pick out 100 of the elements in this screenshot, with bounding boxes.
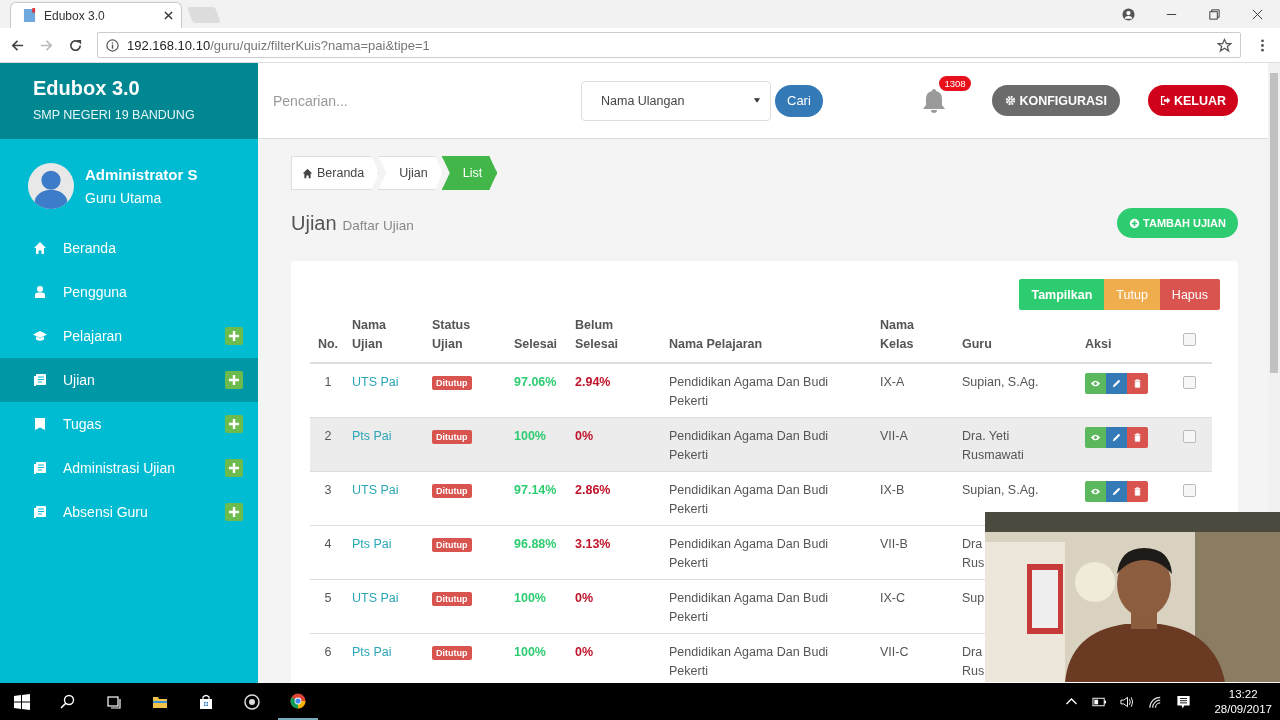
search-button[interactable]: Cari	[775, 84, 823, 117]
profile-icon[interactable]	[1122, 7, 1135, 21]
notification-icon[interactable]	[1176, 695, 1192, 709]
sidebar-item[interactable]: Beranda	[0, 226, 258, 270]
exam-name-link[interactable]: Pts Pai	[352, 429, 392, 443]
logout-button[interactable]: KELUAR	[1147, 85, 1238, 116]
start-icon[interactable]	[14, 694, 30, 710]
edit-button[interactable]	[1106, 427, 1127, 448]
eye-icon	[1090, 487, 1101, 496]
incomplete-percent: 2.94%	[575, 375, 611, 389]
row-checkbox[interactable]	[1183, 430, 1196, 443]
incomplete-percent: 2.86%	[575, 483, 611, 497]
delete-button[interactable]	[1127, 373, 1148, 394]
teacher-name: Dra Rus	[962, 645, 985, 678]
page-subtitle: Daftar Ujian	[342, 217, 414, 233]
exam-name-link[interactable]: Pts Pai	[352, 645, 392, 659]
trash-icon	[1132, 379, 1143, 388]
restore-icon[interactable]	[1208, 7, 1221, 21]
column-header: Guru	[962, 337, 992, 351]
status-label: Ditutup	[432, 430, 472, 444]
close-icon[interactable]	[1251, 7, 1264, 21]
sidebar-item[interactable]: Ujian	[0, 358, 258, 402]
bell-icon[interactable]	[922, 87, 947, 114]
exam-name-link[interactable]: UTS Pai	[352, 375, 399, 389]
battery-icon[interactable]	[1092, 695, 1108, 709]
delete-button[interactable]	[1127, 481, 1148, 502]
exam-name-link[interactable]: UTS Pai	[352, 591, 399, 605]
chrome-icon[interactable]	[290, 693, 306, 709]
breadcrumb-item[interactable]: Ujian	[378, 156, 443, 190]
class-name: VII-A	[880, 429, 908, 443]
volume-icon[interactable]	[1120, 695, 1136, 709]
search-icon[interactable]	[60, 694, 76, 710]
exam-name-link[interactable]: Pts Pai	[352, 537, 392, 551]
status-label: Ditutup	[432, 484, 472, 498]
user-icon	[33, 285, 47, 299]
sidebar-item[interactable]: Pelajaran	[0, 314, 258, 358]
sidebar-item[interactable]: Administrasi Ujian	[0, 446, 258, 490]
subject-name: Pendidikan Agama Dan Budi Pekerti	[669, 375, 829, 408]
pencil-icon	[1111, 433, 1122, 442]
expand-icon[interactable]	[225, 459, 243, 477]
expand-icon[interactable]	[225, 327, 243, 345]
subject-name: Pendidikan Agama Dan Budi Pekerti	[669, 591, 829, 624]
row-number: 5	[324, 591, 332, 605]
select-all-checkbox[interactable]	[1183, 333, 1196, 346]
exam-name-link[interactable]: UTS Pai	[352, 483, 399, 497]
view-button[interactable]	[1085, 481, 1106, 502]
completed-percent: 100%	[514, 429, 546, 443]
sidebar-item[interactable]: Absensi Guru	[0, 490, 258, 534]
settings-button[interactable]: KONFIGURASI	[992, 85, 1120, 116]
exam-name-dropdown[interactable]: Nama Ulangan	[581, 80, 771, 121]
disc-icon[interactable]	[244, 694, 260, 710]
sidebar-item[interactable]: Tugas	[0, 402, 258, 446]
column-header: Belum Selesai	[575, 318, 619, 351]
column-header: Nama Kelas	[880, 318, 915, 351]
sidebar-item[interactable]: Pengguna	[0, 270, 258, 314]
school-name: SMP NEGERI 19 BANDUNG	[33, 108, 196, 122]
edit-button[interactable]	[1106, 373, 1127, 394]
breadcrumb-item[interactable]: Beranda	[291, 156, 380, 190]
trash-icon	[1132, 433, 1143, 442]
eye-icon	[1090, 379, 1101, 388]
class-name: IX-A	[880, 375, 905, 389]
star-icon[interactable]	[1217, 37, 1232, 53]
delete-button[interactable]: Hapus	[1159, 279, 1220, 310]
eye-icon	[1090, 433, 1101, 442]
breadcrumb-item[interactable]: List	[441, 156, 498, 190]
store-icon[interactable]	[198, 694, 214, 710]
class-name: IX-B	[880, 483, 905, 497]
view-button[interactable]	[1085, 427, 1106, 448]
scrollbar-thumb[interactable]	[1270, 73, 1278, 373]
folder-icon[interactable]	[152, 694, 168, 710]
row-checkbox[interactable]	[1183, 376, 1196, 389]
add-exam-button[interactable]: TAMBAH UJIAN	[1117, 208, 1238, 238]
graduation-cap-icon	[33, 329, 47, 343]
class-name: VII-C	[880, 645, 909, 659]
clock-date: 28/09/2017	[1214, 702, 1272, 717]
column-header: Status Ujian	[432, 318, 471, 351]
subject-name: Pendidikan Agama Dan Budi Pekerti	[669, 429, 829, 462]
task-view-icon[interactable]	[106, 694, 122, 710]
close-icon[interactable]	[164, 11, 173, 20]
expand-icon[interactable]	[225, 503, 243, 521]
edit-button[interactable]	[1106, 481, 1127, 502]
bookmark-icon	[33, 417, 47, 431]
row-checkbox[interactable]	[1183, 484, 1196, 497]
status-label: Ditutup	[432, 538, 472, 552]
completed-percent: 100%	[514, 591, 546, 605]
list-icon	[33, 505, 47, 519]
view-button[interactable]	[1085, 373, 1106, 394]
address-field[interactable]: 192.168.10.10/guru/quiz/filterKuis?nama=pai&tipe=1	[97, 32, 1241, 58]
browser-tab[interactable]: Edubox 3.0	[10, 2, 182, 28]
expand-icon[interactable]	[225, 371, 243, 389]
expand-icon[interactable]	[225, 415, 243, 433]
home-icon	[33, 241, 47, 255]
reload-icon[interactable]	[68, 37, 83, 53]
delete-button[interactable]	[1127, 427, 1148, 448]
column-header: Selesai	[514, 337, 558, 351]
close-button[interactable]: Tutup	[1104, 279, 1160, 310]
tab-title: Edubox 3.0	[44, 8, 106, 23]
column-header: Nama Ujian	[352, 318, 387, 351]
row-number: 3	[324, 483, 332, 497]
show-button[interactable]: Tampilkan	[1019, 279, 1105, 310]
